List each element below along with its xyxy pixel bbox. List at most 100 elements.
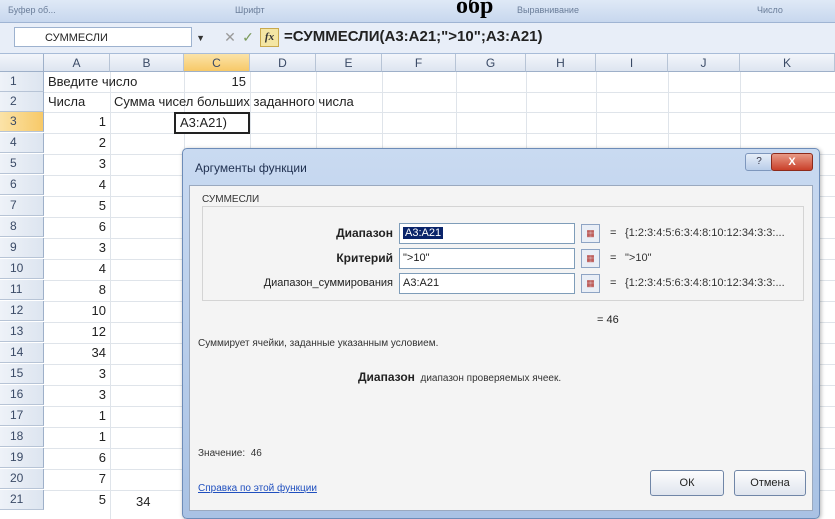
formula-input[interactable]: =СУММЕСЛИ(A3:A21;">10";A3:A21) [284,26,543,48]
cell-a11[interactable]: 8 [44,280,106,300]
column-header-c[interactable]: C [184,54,250,72]
row-header-19[interactable]: 19 [0,448,44,468]
ok-button[interactable]: ОК [650,470,724,496]
function-description: Суммирует ячейки, заданные указанным усл… [198,338,439,349]
cell-a18[interactable]: 1 [44,427,106,447]
column-header-g[interactable]: G [456,54,526,72]
cell-a20[interactable]: 7 [44,469,106,489]
arg-input-sum-range[interactable]: A3:A21 [399,273,575,294]
column-header-e[interactable]: E [316,54,382,72]
row-header-10[interactable]: 10 [0,259,44,279]
formula-bar: СУММЕСЛИ ▼ ✕ ✓ fx =СУММЕСЛИ(A3:A21;">10"… [0,23,835,54]
cell-a2[interactable]: Числа [48,92,85,112]
argument-description: Диапазон диапазон проверяемых ячеек. [358,370,561,384]
cell-b2[interactable]: Сумма чисел больших заданного числа [114,92,354,112]
range-select-icon[interactable]: ▦ [581,249,600,268]
row-header-1[interactable]: 1 [0,72,44,92]
row-header-3[interactable]: 3 [0,112,44,132]
cell-a7[interactable]: 5 [44,196,106,216]
ribbon-group-bar: Буфер об... Шрифт Выравнивание Число [0,0,835,23]
arg-result-criteria: ">10" [625,252,652,264]
column-header-k[interactable]: K [740,54,835,72]
arg-input-criteria[interactable]: ">10" [399,248,575,269]
cancel-formula-icon[interactable]: ✕ [222,29,238,45]
column-header-a[interactable]: A [44,54,110,72]
ribbon-group-clipboard[interactable]: Буфер об... [8,2,56,19]
close-icon[interactable]: X [771,153,813,171]
function-arguments-dialog: Аргументы функции ? X СУММЕСЛИ Диапазон … [182,148,820,519]
value-label: Значение: [198,448,246,459]
row-header-13[interactable]: 13 [0,322,44,342]
arg-label-sum-range: Диапазон_суммирования [263,277,393,289]
cell-a9[interactable]: 3 [44,238,106,258]
row-header-2[interactable]: 2 [0,92,44,112]
cell-c3-edit-text: A3:A21) [180,115,227,130]
ribbon-group-number[interactable]: Число [757,2,783,19]
column-header-d[interactable]: D [250,54,316,72]
range-select-icon[interactable]: ▦ [581,224,600,243]
arg-result-sum-range: {1:2:3:4:5:6:3:4:8:10:12:34:3:3:... [625,277,785,289]
ribbon-group-font[interactable]: Шрифт [235,2,265,19]
column-header-h[interactable]: H [526,54,596,72]
cell-a4[interactable]: 2 [44,133,106,153]
cell-a5[interactable]: 3 [44,154,106,174]
column-header-b[interactable]: B [110,54,184,72]
column-header-i[interactable]: I [596,54,668,72]
row-header-18[interactable]: 18 [0,427,44,447]
function-name: СУММЕСЛИ [202,194,260,205]
row-header-14[interactable]: 14 [0,343,44,363]
help-icon[interactable]: ? [745,153,773,171]
ribbon-group-alignment[interactable]: Выравнивание [517,2,579,19]
caption-text: обр [456,0,494,19]
row-header-16[interactable]: 16 [0,385,44,405]
dialog-title: Аргументы функции [195,161,307,175]
range-select-icon[interactable]: ▦ [581,274,600,293]
cell-a15[interactable]: 3 [44,364,106,384]
row-header-6[interactable]: 6 [0,175,44,195]
row-header-17[interactable]: 17 [0,406,44,426]
row-header-8[interactable]: 8 [0,217,44,237]
argument-description-name: Диапазон [358,370,415,384]
active-cell-c3[interactable]: A3:A21) [174,112,250,134]
row-header-21[interactable]: 21 [0,490,44,510]
grid-line [44,112,835,113]
row-header-15[interactable]: 15 [0,364,44,384]
arg-label-range: Диапазон [336,226,393,240]
cell-b21[interactable]: 34 [136,492,150,512]
name-box-value: СУММЕСЛИ [45,32,108,44]
select-all-corner[interactable] [0,54,44,72]
row-header-9[interactable]: 9 [0,238,44,258]
arg-equals: = [610,252,617,264]
row-header-7[interactable]: 7 [0,196,44,216]
grid-line [110,72,111,519]
cell-a13[interactable]: 12 [44,322,106,342]
cell-a1[interactable]: Введите число [48,72,137,92]
cell-a8[interactable]: 6 [44,217,106,237]
chevron-down-icon[interactable]: ▼ [196,28,205,48]
arg-input-range[interactable]: A3:A21 [399,223,575,244]
dialog-body: СУММЕСЛИ Диапазон A3:A21 ▦ = {1:2:3:4:5:… [189,185,813,511]
row-header-12[interactable]: 12 [0,301,44,321]
name-box[interactable]: СУММЕСЛИ ▼ [14,27,205,47]
cell-a12[interactable]: 10 [44,301,106,321]
enter-formula-icon[interactable]: ✓ [240,29,256,45]
cell-a14[interactable]: 34 [44,343,106,363]
cell-a16[interactable]: 3 [44,385,106,405]
cell-a19[interactable]: 6 [44,448,106,468]
row-header-11[interactable]: 11 [0,280,44,300]
row-header-5[interactable]: 5 [0,154,44,174]
help-link[interactable]: Справка по этой функции [198,483,317,494]
cancel-button[interactable]: Отмена [734,470,806,496]
cell-a10[interactable]: 4 [44,259,106,279]
cell-a6[interactable]: 4 [44,175,106,195]
cell-a3[interactable]: 1 [44,112,106,132]
arg-result-range: {1:2:3:4:5:6:3:4:8:10:12:34:3:3:... [625,227,785,239]
column-header-j[interactable]: J [668,54,740,72]
insert-function-icon[interactable]: fx [260,28,279,47]
cell-c1[interactable]: 15 [184,72,246,92]
cell-a21[interactable]: 5 [44,490,106,510]
row-header-4[interactable]: 4 [0,133,44,153]
row-header-20[interactable]: 20 [0,469,44,489]
column-header-f[interactable]: F [382,54,456,72]
cell-a17[interactable]: 1 [44,406,106,426]
